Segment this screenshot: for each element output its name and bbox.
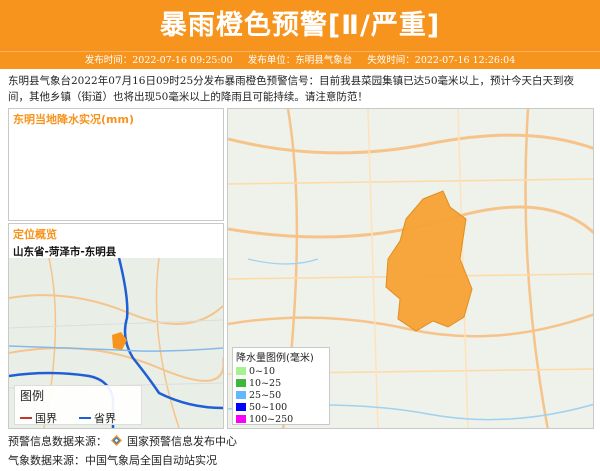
swatch-icon xyxy=(236,379,246,387)
rain-legend-item: 50~100 xyxy=(233,401,329,413)
swatch-icon xyxy=(236,391,246,399)
rain-legend-item: 100~250 xyxy=(233,413,329,425)
location-path: 山东省-菏泽市-东明县 xyxy=(13,246,117,258)
swatch-icon xyxy=(236,403,246,411)
expire-time: 失效时间：2022-07-16 12:26:04 xyxy=(367,55,516,66)
page-title: 暴雨橙色预警[Ⅱ/严重] xyxy=(159,10,441,41)
legend-provincial-border: 省界 xyxy=(79,410,116,426)
rain-legend-item: 0~10 xyxy=(233,365,329,377)
location-panel-title: 定位概览 xyxy=(13,228,57,241)
warning-center-logo-icon xyxy=(110,435,122,446)
publish-time: 发布时间：2022-07-16 09:25:00 xyxy=(84,55,233,66)
rain-legend-title: 降水量图例(毫米) xyxy=(236,353,314,364)
legend-national-border: 国界 xyxy=(20,410,57,426)
legend-title: 图例 xyxy=(20,389,45,403)
warning-source: 预警信息数据来源： 国家预警信息发布中心 xyxy=(8,435,237,448)
warning-description: 东明县气象台2022年07月16日09时25分发布暴雨橙色预警信号：目前我县菜园… xyxy=(8,75,575,103)
mini-map-legend: 图例 国界 省界 xyxy=(14,385,142,425)
rain-observation-panel: 东明当地降水实况(mm) xyxy=(8,108,224,221)
publisher: 发布单位：东明县气象台 xyxy=(247,55,353,66)
rain-legend-item: 25~50 xyxy=(233,389,329,401)
rain-legend: 降水量图例(毫米) 0~10 10~25 25~50 50~100 100~25… xyxy=(232,347,330,425)
warning-banner: 暴雨橙色预警[Ⅱ/严重] xyxy=(0,0,600,51)
location-mini-map[interactable]: 图例 国界 省界 xyxy=(9,258,223,428)
rain-legend-item: 10~25 xyxy=(233,377,329,389)
warning-center-link[interactable]: 国家预警信息发布中心 xyxy=(127,435,237,448)
warning-meta: 发布时间：2022-07-16 09:25:00 发布单位：东明县气象台 失效时… xyxy=(0,51,600,69)
provincial-border-line-icon xyxy=(79,417,91,419)
rain-panel-title: 东明当地降水实况(mm) xyxy=(13,113,134,126)
swatch-icon xyxy=(236,415,246,423)
national-border-line-icon xyxy=(20,417,32,419)
location-overview-panel: 定位概览 山东省-菏泽市-东明县 图例 国界 省界 xyxy=(8,223,224,429)
observation-source: 气象数据来源：中国气象局全国自动站实况 xyxy=(8,454,217,467)
swatch-icon xyxy=(236,367,246,375)
